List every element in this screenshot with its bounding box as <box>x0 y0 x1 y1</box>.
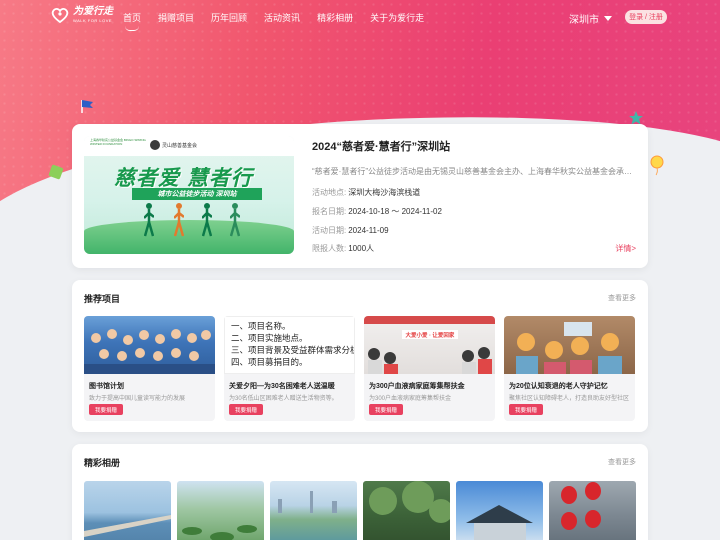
project-image-elders <box>504 316 635 374</box>
album-photo-lotus-pond[interactable] <box>177 481 264 540</box>
activity-limit-row: 限报人数: 1000人 <box>312 243 374 254</box>
menu-item-history[interactable]: 历年回顾 <box>211 11 247 24</box>
poster-ground <box>84 220 294 254</box>
project-description: 聚焦社区认知障碍老人，打造良助友好型社区 <box>509 396 630 402</box>
top-navigation: 为爱行走 WALK FOR LOVE 首页 捐赠项目 历年回顾 活动资讯 精彩相… <box>0 0 720 36</box>
project-description: 致力于提高中国儿童读写能力的发展 <box>89 396 186 402</box>
section-title: 精彩相册 <box>84 458 121 468</box>
location-label: 活动地点: <box>312 188 347 197</box>
balloon-icon <box>650 155 664 176</box>
poster-band: 城市公益徒步活动 深圳站 <box>132 188 262 200</box>
children-group-photo <box>84 329 215 374</box>
album-photo-city-lake[interactable] <box>270 481 357 540</box>
project-description: 为300户血液病家庭筹集帮扶金 <box>369 396 452 402</box>
limit-label: 限报人数: <box>312 244 347 253</box>
featured-activity-card[interactable]: 上海春华秋实公益基金会 BINGO SPRING WINTER FOUNDATI… <box>72 124 648 268</box>
location-value: 深圳大梅沙海滨栈道 <box>348 188 421 197</box>
signup-label: 报名日期: <box>312 207 347 216</box>
view-more-link[interactable]: 查看更多 <box>608 457 636 467</box>
tree-canopy <box>369 481 450 523</box>
activity-title[interactable]: 2024“慈者爱·慧者行”深圳站 <box>312 138 450 154</box>
org-logo-icon <box>150 140 160 150</box>
recommended-projects-section: 推荐项目 查看更多 图书馆计划 致力于提高中国儿童读写能力的发展 我要捐赠 一、… <box>72 280 648 432</box>
project-title: 为300户血液病家庭筹集帮扶金 <box>369 383 465 390</box>
elders-photo <box>516 322 622 374</box>
poster-org-left: 上海春华秋实公益基金会 BINGO SPRING WINTER FOUNDATI… <box>90 138 146 146</box>
flag-icon <box>81 100 93 113</box>
menu-item-news[interactable]: 活动资讯 <box>264 11 300 24</box>
city-skyline <box>278 491 337 513</box>
activity-date-row: 活动日期: 2024-11-09 <box>312 225 389 236</box>
doc-line: 二、项目实施地点。 <box>231 334 308 344</box>
album-photo-pavilion[interactable] <box>456 481 543 540</box>
activity-signup-row: 报名日期: 2024-10-18 ～ 2024-11-02 <box>312 206 442 217</box>
project-title: 为20位认知衰退的老人守护记忆 <box>509 383 608 390</box>
album-photo-trees[interactable] <box>363 481 450 540</box>
project-card[interactable]: 一、项目名称。 二、项目实施地点。 三、项目背景及受益群体需求分析 四、项目募捐… <box>224 316 355 421</box>
menu-item-about[interactable]: 关于为爱行走 <box>370 11 424 24</box>
project-card[interactable]: 为20位认知衰退的老人守护记忆 聚焦社区认知障碍老人，打造良助友好型社区 我要捐… <box>504 316 635 421</box>
section-title: 推荐项目 <box>84 294 121 304</box>
view-more-link[interactable]: 查看更多 <box>608 293 636 303</box>
donate-button[interactable]: 我要捐赠 <box>369 404 403 415</box>
doc-line: 一、项目名称。 <box>231 322 291 332</box>
activity-description: “慈者爱·慧者行”公益徒步活动是由无锡灵山慈善基金会主办、上海春华秋实公益基金会… <box>312 167 632 176</box>
doc-line: 四、项目募捐目的。 <box>231 358 308 368</box>
project-card[interactable]: 大爱小爱 · 让爱回家 为300户血液病家庭筹集帮扶金 为300户血液病家庭筹集… <box>364 316 495 421</box>
donate-button[interactable]: 我要捐赠 <box>89 404 123 415</box>
poster-org-right-label: 灵山慈善基金会 <box>162 142 198 149</box>
project-title: 关爱夕阳—为30名困难老人送温暖 <box>229 383 335 390</box>
menu-item-home[interactable]: 首页 <box>123 11 141 31</box>
poster-org-right: 灵山慈善基金会 <box>150 140 197 150</box>
login-register-button[interactable]: 登录 / 注册 <box>625 10 667 24</box>
main-menu: 首页 捐赠项目 历年回顾 活动资讯 精彩相册 关于为爱行走 <box>123 11 441 31</box>
project-image-children <box>84 316 215 374</box>
limit-value: 1000人 <box>348 244 375 253</box>
city-label: 深圳市 <box>569 15 599 26</box>
logo-subtitle: WALK FOR LOVE <box>73 18 113 23</box>
city-selector[interactable]: 深圳市 <box>569 11 612 26</box>
date-label: 活动日期: <box>312 226 347 235</box>
donate-button[interactable]: 我要捐赠 <box>229 404 263 415</box>
activity-details-link[interactable]: 详情> <box>615 243 636 254</box>
seaside-walkway <box>84 515 171 537</box>
project-description: 为30名低山区困难老人赠送生活物资等。 <box>229 396 338 402</box>
activity-location-row: 活动地点: 深圳大梅沙海滨栈道 <box>312 187 420 198</box>
lotus-leaves <box>182 525 257 540</box>
activity-poster[interactable]: 上海春华秋实公益基金会 BINGO SPRING WINTER FOUNDATI… <box>84 136 294 254</box>
album-photo-lanterns[interactable] <box>549 481 636 540</box>
red-lanterns <box>561 482 601 530</box>
project-card[interactable]: 图书馆计划 致力于提高中国儿童读写能力的发展 我要捐赠 <box>84 316 215 421</box>
menu-item-donation-projects[interactable]: 捐赠项目 <box>158 11 194 24</box>
project-title: 图书馆计划 <box>89 383 124 390</box>
project-image-document: 一、项目名称。 二、项目实施地点。 三、项目背景及受益群体需求分析 四、项目募捐… <box>224 316 355 374</box>
event-crowd-photo <box>364 316 495 374</box>
logo[interactable]: 为爱行走 WALK FOR LOVE <box>50 5 113 25</box>
runner-figure <box>230 203 240 237</box>
signup-value: 2024-10-18 ～ 2024-11-02 <box>348 207 442 216</box>
album-photo-seaside[interactable] <box>84 481 171 540</box>
runner-figure <box>144 203 154 237</box>
logo-name: 为爱行走 <box>73 6 113 17</box>
runner-figure <box>174 203 184 237</box>
date-value: 2024-11-09 <box>348 226 389 235</box>
heart-walker-icon <box>51 8 69 24</box>
project-image-event: 大爱小爱 · 让爱回家 <box>364 316 495 374</box>
photo-album-section: 精彩相册 查看更多 <box>72 444 648 540</box>
menu-item-album[interactable]: 精彩相册 <box>317 11 353 24</box>
chevron-down-icon <box>604 16 612 21</box>
runner-figure <box>202 203 212 237</box>
donate-button[interactable]: 我要捐赠 <box>509 404 543 415</box>
pavilion-roof <box>466 505 533 540</box>
doc-line: 三、项目背景及受益群体需求分析 <box>231 346 355 356</box>
